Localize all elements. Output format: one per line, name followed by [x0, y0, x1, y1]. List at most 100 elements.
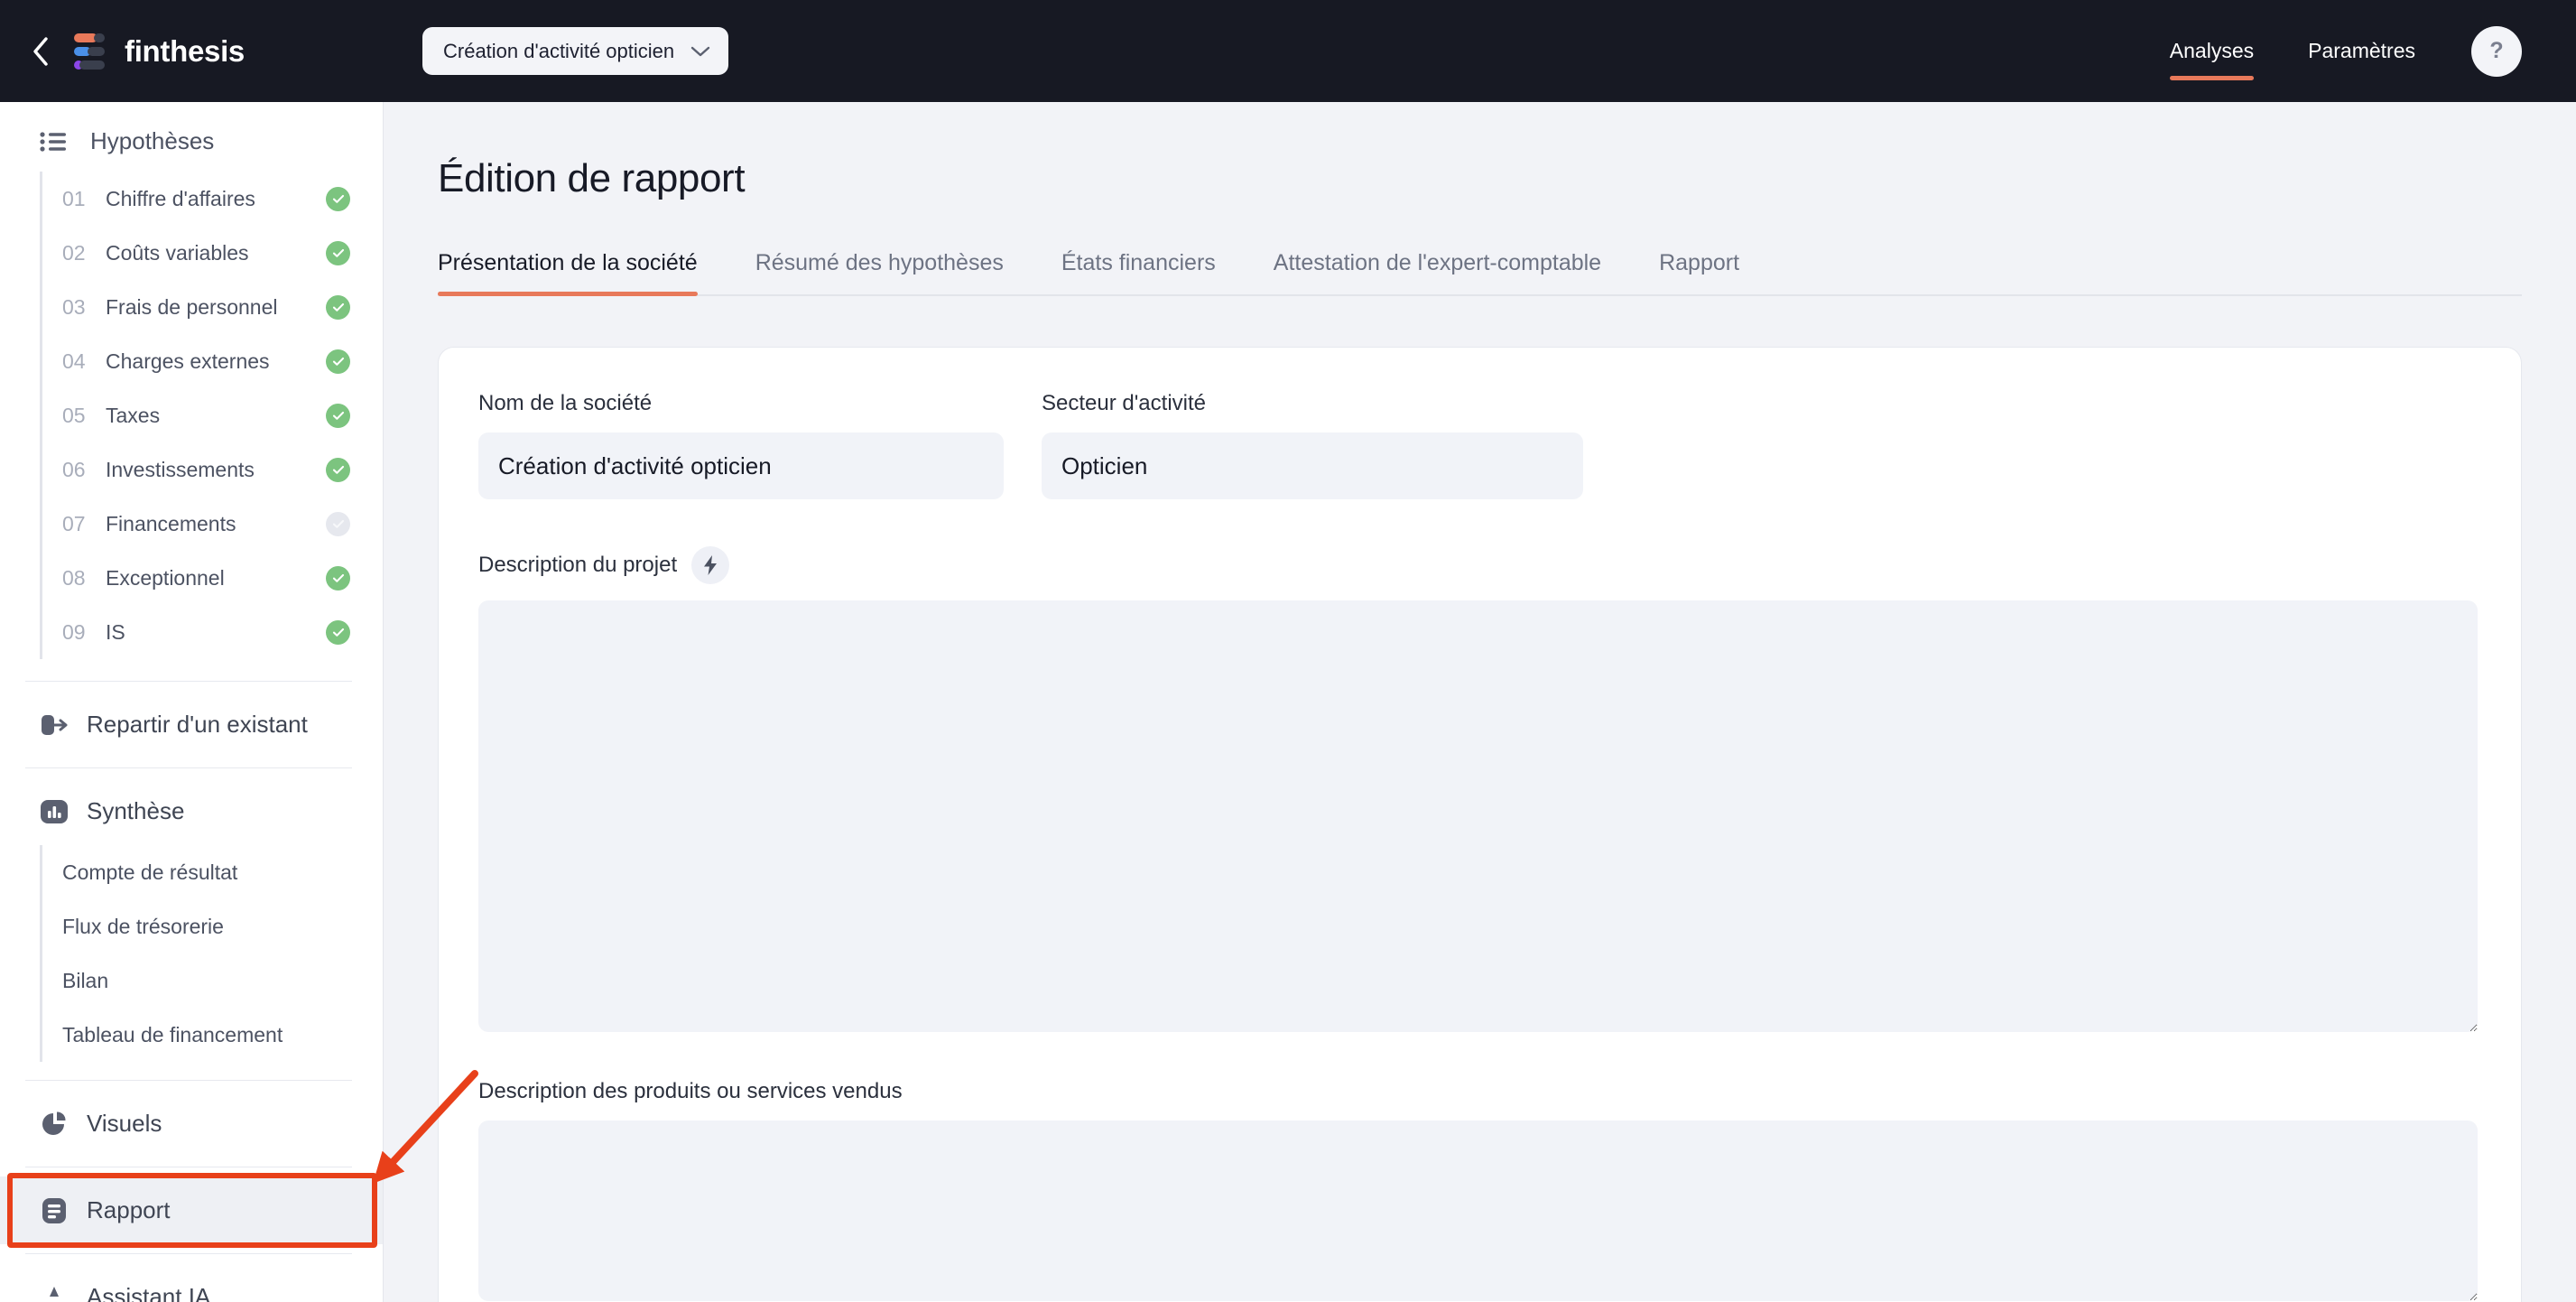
top-bar-middle: Création d'activité opticien: [384, 27, 2116, 75]
bar-chart-icon: [40, 798, 69, 825]
sidebar-divider: [25, 767, 352, 768]
hypothesis-label: Exceptionnel: [106, 565, 225, 590]
form-card: Nom de la société Secteur d'activité Des…: [438, 347, 2522, 1302]
project-selector[interactable]: Création d'activité opticien: [422, 27, 729, 75]
hypothesis-number: 03: [62, 294, 86, 319]
back-button[interactable]: [20, 31, 61, 72]
sidebar-section-hypotheses[interactable]: Hypothèses: [0, 102, 383, 172]
sidebar-item-hypothesis-05[interactable]: 05 Taxes: [40, 388, 383, 442]
products-description-label: Description des produits ou services ven…: [478, 1079, 903, 1103]
check-badge-icon: [326, 619, 350, 645]
project-description-label: Description du projet: [478, 553, 678, 577]
sidebar-item-bilan[interactable]: Bilan: [40, 953, 383, 1008]
top-bar: finthesis Création d'activité opticien A…: [0, 0, 2576, 102]
sidebar-visuels-label: Visuels: [87, 1110, 162, 1137]
brand-logo[interactable]: finthesis: [74, 33, 245, 70]
check-badge-icon: [326, 240, 350, 265]
sidebar-item-visuels[interactable]: Visuels: [0, 1090, 383, 1158]
body-region: Hypothèses 01 Chiffre d'affaires 02 Coût…: [0, 102, 2576, 1302]
sidebar-divider: [25, 1080, 352, 1081]
hypothesis-number: 05: [62, 403, 86, 427]
tab-resume-hypotheses[interactable]: Résumé des hypothèses: [755, 250, 1004, 296]
sidebar-item-hypothesis-08[interactable]: 08 Exceptionnel: [40, 551, 383, 605]
nav-parametres[interactable]: Paramètres: [2308, 0, 2415, 102]
project-selector-value: Création d'activité opticien: [443, 39, 675, 62]
check-badge-icon-inactive: [326, 511, 350, 536]
sidebar-item-hypothesis-02[interactable]: 02 Coûts variables: [40, 226, 383, 280]
hypothesis-number: 02: [62, 240, 86, 265]
hypothesis-number: 04: [62, 349, 86, 373]
sidebar-divider: [25, 681, 352, 682]
hypothesis-number: 09: [62, 619, 86, 644]
hypothesis-label: Chiffre d'affaires: [106, 186, 255, 210]
pie-chart-icon: [40, 1111, 69, 1138]
sector-label: Secteur d'activité: [1042, 391, 1207, 415]
lightning-bolt-icon[interactable]: [691, 546, 730, 584]
page-title: Édition de rapport: [438, 156, 746, 200]
sidebar-item-hypothesis-07[interactable]: 07 Financements: [40, 497, 383, 551]
field-sector: Secteur d'activité: [1042, 391, 1583, 499]
hypothesis-number: 07: [62, 511, 86, 535]
sector-input[interactable]: [1042, 432, 1583, 499]
tab-attestation-expert-comptable[interactable]: Attestation de l'expert-comptable: [1274, 250, 1601, 296]
field-project-description: Description du projet: [478, 546, 2478, 1032]
sidebar-item-hypothesis-09[interactable]: 09 IS: [40, 605, 383, 659]
hypothesis-label: Taxes: [106, 403, 161, 427]
hypothesis-label: Frais de personnel: [106, 294, 278, 319]
sidebar-synthese-label: Synthèse: [87, 797, 185, 824]
company-name-label: Nom de la société: [478, 391, 653, 415]
nav-parametres-label: Paramètres: [2308, 39, 2415, 62]
hypothesis-label: Financements: [106, 511, 236, 535]
sidebar-item-rapport[interactable]: Rapport: [0, 1176, 383, 1244]
sidebar-rapport-label: Rapport: [87, 1196, 171, 1223]
check-badge-icon: [326, 349, 350, 374]
sidebar-assistant-label: Assistant IA: [87, 1283, 211, 1302]
form-row-identity: Nom de la société Secteur d'activité: [478, 391, 2478, 499]
nav-analyses[interactable]: Analyses: [2169, 0, 2255, 102]
sidebar-item-tableau-de-financement[interactable]: Tableau de financement: [40, 1008, 383, 1062]
synthese-sub-list: Compte de résultat Flux de trésorerie Bi…: [0, 845, 383, 1071]
hypotheses-list: 01 Chiffre d'affaires 02 Coûts variables…: [0, 172, 383, 672]
sparkle-icon: [40, 1284, 69, 1302]
main-content: Édition de rapport Présentation de la so…: [384, 102, 2576, 1302]
sidebar-section-synthese[interactable]: Synthèse: [0, 777, 383, 845]
sidebar: Hypothèses 01 Chiffre d'affaires 02 Coût…: [0, 102, 384, 1302]
sidebar-item-flux-de-tresorerie[interactable]: Flux de trésorerie: [40, 899, 383, 953]
tab-rapport[interactable]: Rapport: [1659, 250, 1739, 296]
hypothesis-label: Coûts variables: [106, 240, 249, 265]
check-badge-icon: [326, 294, 350, 320]
products-description-textarea[interactable]: [478, 1121, 2478, 1301]
check-badge-icon: [326, 457, 350, 482]
tab-etats-financiers[interactable]: États financiers: [1061, 250, 1216, 296]
company-name-input[interactable]: [478, 432, 1004, 499]
document-icon: [40, 1197, 69, 1224]
sidebar-hypotheses-label: Hypothèses: [90, 127, 215, 154]
list-icon: [40, 131, 70, 153]
sidebar-item-repartir[interactable]: Repartir d'un existant: [0, 691, 383, 758]
field-products-description: Description des produits ou services ven…: [478, 1079, 2478, 1301]
project-description-textarea[interactable]: [478, 600, 2478, 1032]
tab-bar: Présentation de la société Résumé des hy…: [438, 250, 2522, 296]
sidebar-item-assistant-ia[interactable]: Assistant IA: [0, 1263, 383, 1302]
help-button[interactable]: ?: [2471, 25, 2522, 77]
sidebar-divider: [25, 1253, 352, 1254]
hypothesis-label: Charges externes: [106, 349, 270, 373]
hypothesis-number: 01: [62, 186, 86, 210]
chevron-down-icon: [690, 45, 710, 58]
sidebar-item-hypothesis-06[interactable]: 06 Investissements: [40, 442, 383, 497]
hypothesis-label: IS: [106, 619, 125, 644]
sidebar-item-hypothesis-01[interactable]: 01 Chiffre d'affaires: [40, 172, 383, 226]
sidebar-item-compte-de-resultat[interactable]: Compte de résultat: [40, 845, 383, 899]
tab-presentation-societe[interactable]: Présentation de la société: [438, 250, 698, 296]
chevron-left-icon: [33, 36, 48, 66]
check-badge-icon: [326, 565, 350, 591]
brand-name: finthesis: [125, 33, 245, 68]
sidebar-item-hypothesis-04[interactable]: 04 Charges externes: [40, 334, 383, 388]
project-description-label-row: Description du projet: [478, 546, 2478, 584]
sidebar-item-hypothesis-03[interactable]: 03 Frais de personnel: [40, 280, 383, 334]
top-bar-right: Analyses Paramètres ?: [2116, 0, 2576, 102]
logout-arrow-icon: [40, 712, 69, 738]
top-bar-left: finthesis: [0, 0, 384, 102]
sidebar-repartir-label: Repartir d'un existant: [87, 711, 308, 738]
help-icon: ?: [2489, 38, 2504, 63]
